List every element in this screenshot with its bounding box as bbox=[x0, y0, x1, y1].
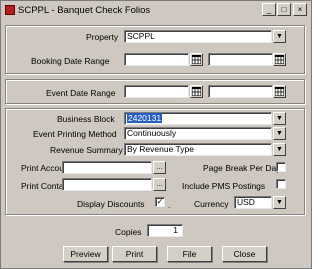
print-account-field[interactable] bbox=[62, 161, 152, 174]
page-break-per-day-label: Page Break Per Day bbox=[203, 163, 281, 173]
close-button[interactable]: Close bbox=[222, 246, 267, 262]
dropdown-arrow-icon: ▼ bbox=[276, 33, 283, 40]
window-close-button[interactable]: × bbox=[293, 3, 307, 16]
window-title: SCPPL - Banquet Check Folios bbox=[18, 4, 151, 16]
event-date-to-field[interactable] bbox=[208, 85, 273, 98]
include-pms-postings-checkbox[interactable] bbox=[276, 179, 286, 189]
business-block-label: Business Block bbox=[57, 114, 115, 124]
event-date-range-label: Event Date Range bbox=[46, 88, 116, 98]
revenue-summary-label: Revenue Summary bbox=[50, 145, 123, 155]
business-block-field[interactable]: 2420131 bbox=[124, 112, 272, 125]
currency-select[interactable]: USD bbox=[234, 196, 272, 209]
currency-label: Currency bbox=[194, 199, 229, 209]
calendar-icon bbox=[192, 87, 201, 96]
calendar-icon bbox=[275, 55, 284, 64]
print-button[interactable]: Print bbox=[112, 246, 157, 262]
revenue-summary-dropdown-button[interactable]: ▼ bbox=[273, 143, 286, 156]
display-discounts-checkbox[interactable]: ✓ bbox=[155, 197, 165, 207]
minimize-button[interactable]: _ bbox=[262, 3, 276, 16]
revenue-summary-select[interactable]: By Revenue Type bbox=[124, 143, 272, 156]
print-account-lov-button[interactable]: ... bbox=[153, 161, 166, 174]
booking-date-from-calendar-button[interactable] bbox=[190, 53, 203, 66]
include-pms-postings-label: Include PMS Postings bbox=[182, 181, 266, 191]
currency-dropdown-button[interactable]: ▼ bbox=[273, 196, 286, 209]
booking-date-to-field[interactable] bbox=[208, 53, 273, 66]
dropdown-arrow-icon: ▼ bbox=[276, 199, 283, 206]
event-date-to-calendar-button[interactable] bbox=[273, 85, 286, 98]
page-break-per-day-checkbox[interactable] bbox=[276, 162, 286, 172]
preview-button[interactable]: Preview bbox=[63, 246, 108, 262]
event-date-from-field[interactable] bbox=[124, 85, 189, 98]
booking-date-range-label: Booking Date Range bbox=[31, 56, 110, 66]
ellipsis-icon: ... bbox=[156, 164, 163, 171]
event-printing-method-select[interactable]: Continuously bbox=[124, 127, 272, 140]
dropdown-arrow-icon: ▼ bbox=[276, 146, 283, 153]
display-discounts-label: Display Discounts bbox=[77, 199, 145, 209]
display-discounts-dot: . bbox=[168, 200, 171, 210]
ellipsis-icon: ... bbox=[156, 181, 163, 188]
booking-date-to-calendar-button[interactable] bbox=[273, 53, 286, 66]
business-block-value: 2420131 bbox=[127, 113, 163, 123]
business-block-dropdown-button[interactable]: ▼ bbox=[273, 112, 286, 125]
booking-date-from-field[interactable] bbox=[124, 53, 189, 66]
dropdown-arrow-icon: ▼ bbox=[276, 115, 283, 122]
calendar-icon bbox=[192, 55, 201, 64]
property-field[interactable]: SCPPL bbox=[124, 30, 272, 43]
file-button[interactable]: File bbox=[167, 246, 212, 262]
banquet-check-folios-window: SCPPL - Banquet Check Folios _ □ × Prope… bbox=[0, 0, 312, 269]
copies-label: Copies bbox=[115, 227, 142, 237]
calendar-icon bbox=[275, 87, 284, 96]
event-printing-method-label: Event Printing Method bbox=[33, 129, 117, 139]
print-contact-field[interactable] bbox=[62, 178, 152, 191]
print-contact-lov-button[interactable]: ... bbox=[153, 178, 166, 191]
app-icon bbox=[5, 5, 15, 15]
property-dropdown-button[interactable]: ▼ bbox=[273, 30, 286, 43]
dropdown-arrow-icon: ▼ bbox=[276, 130, 283, 137]
copies-field[interactable]: 1 bbox=[147, 224, 183, 237]
title-bar: SCPPL - Banquet Check Folios _ □ × bbox=[2, 2, 310, 18]
event-date-from-calendar-button[interactable] bbox=[190, 85, 203, 98]
maximize-button[interactable]: □ bbox=[277, 3, 291, 16]
property-label: Property bbox=[86, 32, 119, 42]
event-printing-method-dropdown-button[interactable]: ▼ bbox=[273, 127, 286, 140]
